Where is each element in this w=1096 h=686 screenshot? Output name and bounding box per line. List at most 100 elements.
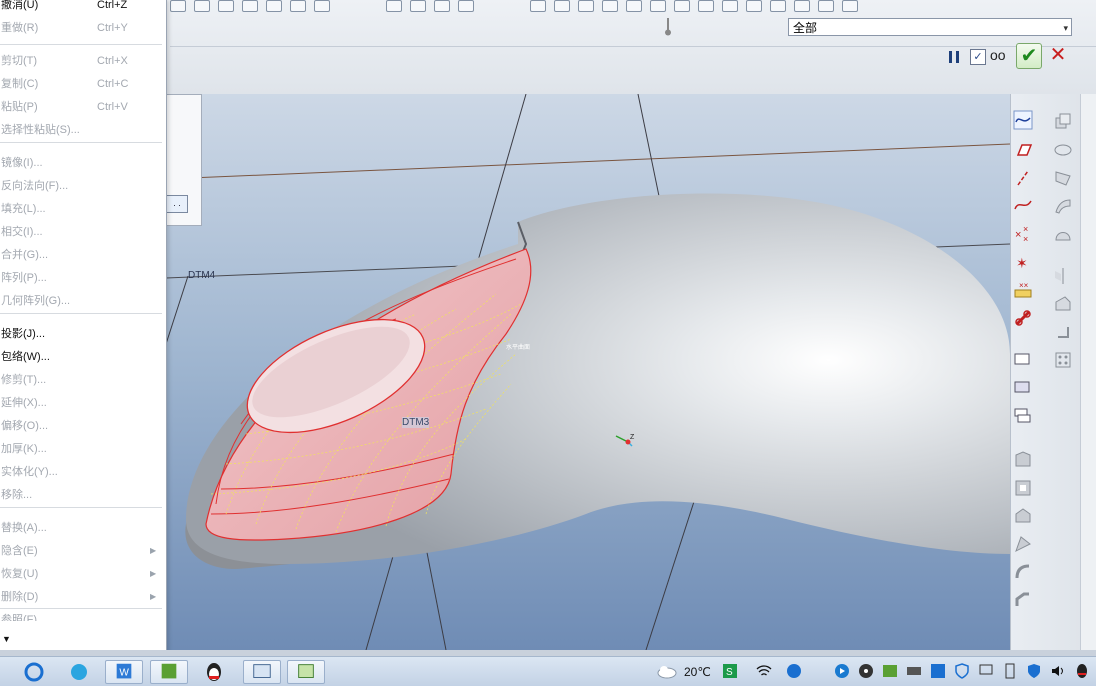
- menu-item[interactable]: 复制(C) Ctrl+C: [0, 73, 166, 95]
- menu-item[interactable]: 重做(R) Ctrl+Y: [0, 17, 166, 39]
- app-tray-icon[interactable]: [882, 663, 898, 679]
- chamfer-icon[interactable]: [1013, 590, 1033, 610]
- toolbar-tool-icon[interactable]: [650, 0, 666, 12]
- right-toolbar-scrollbar[interactable]: [1080, 94, 1096, 650]
- panel-more-button[interactable]: . .: [166, 195, 188, 213]
- network-tray-icon[interactable]: [906, 663, 922, 679]
- ok-button[interactable]: ✔: [1016, 43, 1042, 69]
- menu-item[interactable]: 包络(W)...: [0, 346, 166, 368]
- shield-tray-icon[interactable]: [786, 663, 802, 679]
- menu-item[interactable]: 填充(L)...: [0, 198, 166, 220]
- sketch-layer-icon[interactable]: [1013, 406, 1033, 426]
- menu-item[interactable]: 反向法向(F)...: [0, 175, 166, 197]
- shell-icon[interactable]: [1013, 478, 1033, 498]
- media-play-icon[interactable]: [834, 663, 850, 679]
- cloud-weather-icon[interactable]: [656, 663, 678, 679]
- selection-filter-dropdown[interactable]: 全部 ▾: [788, 18, 1072, 36]
- graphics-viewport[interactable]: Z DTM4 DTM3 水平曲面: [166, 94, 1010, 650]
- film-reel-icon[interactable]: [858, 663, 874, 679]
- menu-item[interactable]: 隐含(E) ▶: [0, 540, 166, 562]
- menu-item[interactable]: 实体化(Y)...: [0, 461, 166, 483]
- menu-item[interactable]: 几何阵列(G)...: [0, 290, 166, 312]
- copy-feature-icon[interactable]: [1053, 112, 1073, 132]
- toolbar-tool-icon[interactable]: [530, 0, 546, 12]
- preview-checkbox[interactable]: ✓: [970, 49, 986, 65]
- menu-item[interactable]: 偏移(O)...: [0, 415, 166, 437]
- toolbar-tool-icon[interactable]: [314, 0, 330, 12]
- menu-item[interactable]: 删除(D) ▶: [0, 586, 166, 608]
- window-task-icon[interactable]: [243, 660, 281, 684]
- menu-item[interactable]: 恢复(U) ▶: [0, 563, 166, 585]
- menu-scroll-down-icon[interactable]: ▼: [2, 634, 11, 644]
- menu-item[interactable]: 修剪(T)...: [0, 369, 166, 391]
- fill-surface-icon[interactable]: [1053, 224, 1073, 244]
- menu-item[interactable]: 选择性粘贴(S)...: [0, 119, 166, 141]
- device-tray-icon[interactable]: [1002, 663, 1018, 679]
- menu-item[interactable]: 延伸(X)...: [0, 392, 166, 414]
- extrude-icon[interactable]: [1013, 450, 1033, 470]
- datum-axis-icon[interactable]: [1013, 168, 1033, 188]
- app-task-icon[interactable]: [150, 660, 188, 684]
- sketch-icon[interactable]: [1013, 350, 1033, 370]
- menu-item[interactable]: 相交(I)...: [0, 221, 166, 243]
- datum-plane-icon[interactable]: [1013, 140, 1033, 160]
- qq-icon[interactable]: [195, 660, 233, 684]
- toolbar-tool-icon[interactable]: [698, 0, 714, 12]
- pause-icon[interactable]: [946, 49, 962, 65]
- update-tray-icon[interactable]: [930, 663, 946, 679]
- style-curve-icon[interactable]: [1013, 110, 1033, 130]
- toolbar-tool-icon[interactable]: [578, 0, 594, 12]
- sketch-ref-icon[interactable]: [1013, 378, 1033, 398]
- toolbar-tool-icon[interactable]: [242, 0, 258, 12]
- toolbar-tool-icon[interactable]: [266, 0, 282, 12]
- toolbar-tool-icon[interactable]: [554, 0, 570, 12]
- toolbar-tool-icon[interactable]: [434, 0, 450, 12]
- toolbar-tool-icon[interactable]: [770, 0, 786, 12]
- datum-point-icon[interactable]: × ××: [1013, 224, 1033, 244]
- toolbar-tool-icon[interactable]: [674, 0, 690, 12]
- chain-link-icon[interactable]: [1013, 308, 1033, 328]
- wifi-icon[interactable]: [756, 663, 772, 679]
- toolbar-tool-icon[interactable]: [722, 0, 738, 12]
- menu-item[interactable]: 合并(G)...: [0, 244, 166, 266]
- monitor-tray-icon[interactable]: [978, 663, 994, 679]
- menu-item[interactable]: 剪切(T) Ctrl+X: [0, 50, 166, 72]
- edge-browser-icon[interactable]: [60, 660, 98, 684]
- toolbar-tool-icon[interactable]: [194, 0, 210, 12]
- sweep-icon[interactable]: [1013, 534, 1033, 554]
- s-app-tray-icon[interactable]: S: [722, 663, 738, 679]
- volume-icon[interactable]: [1050, 663, 1066, 679]
- toolbar-tool-icon[interactable]: [626, 0, 642, 12]
- glasses-icon[interactable]: oo: [990, 47, 1012, 65]
- menu-item[interactable]: 撤消(U) Ctrl+Z: [0, 0, 166, 16]
- cancel-button[interactable]: ✕: [1047, 44, 1069, 66]
- toolbar-tool-icon[interactable]: [794, 0, 810, 12]
- creo-task-icon[interactable]: [287, 660, 325, 684]
- blend-icon[interactable]: [1013, 506, 1033, 526]
- menu-item[interactable]: 替换(A)...: [0, 517, 166, 539]
- menu-item[interactable]: 投影(J)...: [0, 323, 166, 345]
- datum-curve-icon[interactable]: [1013, 195, 1033, 215]
- menu-item[interactable]: 加厚(K)...: [0, 438, 166, 460]
- menu-item[interactable]: 阵列(P)...: [0, 267, 166, 289]
- boundary-blend-icon[interactable]: [1053, 168, 1073, 188]
- toolbar-tool-icon[interactable]: [290, 0, 306, 12]
- toolbar-tool-icon[interactable]: [410, 0, 426, 12]
- extend-icon[interactable]: [1053, 322, 1073, 342]
- toolbar-tool-icon[interactable]: [602, 0, 618, 12]
- ie-browser-icon[interactable]: [15, 660, 53, 684]
- toolbar-tool-icon[interactable]: [458, 0, 474, 12]
- toolbar-tool-icon[interactable]: [386, 0, 402, 12]
- qq-tray-icon[interactable]: [1074, 663, 1090, 679]
- pattern-icon[interactable]: [1053, 350, 1073, 370]
- menu-item[interactable]: 移除...: [0, 484, 166, 506]
- menu-item[interactable]: 粘贴(P) Ctrl+V: [0, 96, 166, 118]
- wps-task-icon[interactable]: W: [105, 660, 143, 684]
- trim-icon[interactable]: [1053, 294, 1073, 314]
- toolbar-tool-icon[interactable]: [170, 0, 186, 12]
- security-shield-icon[interactable]: [954, 663, 970, 679]
- antivirus-tray-icon[interactable]: [1026, 663, 1042, 679]
- revolve-icon[interactable]: [1053, 140, 1073, 160]
- toolbar-tool-icon[interactable]: [842, 0, 858, 12]
- datum-csys-icon[interactable]: ✶: [1013, 252, 1033, 272]
